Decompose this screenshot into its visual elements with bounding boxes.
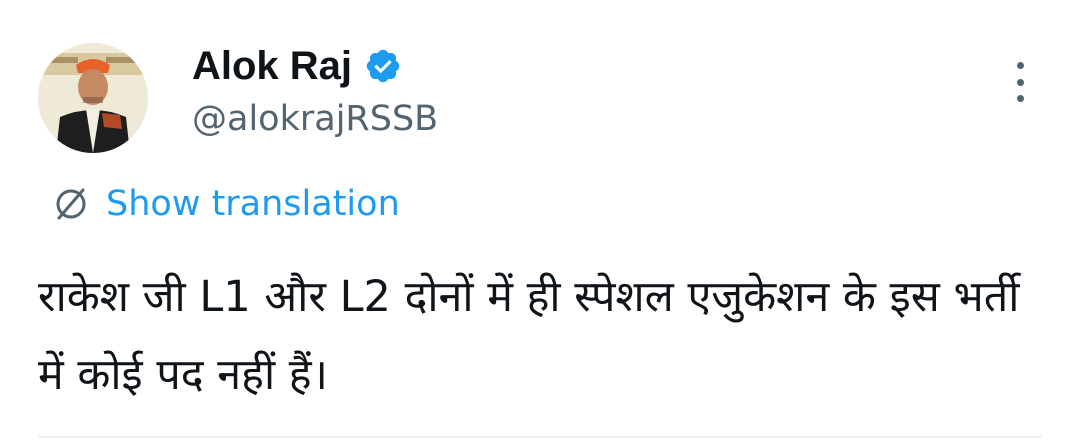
more-options-button[interactable] xyxy=(1004,60,1036,104)
more-vertical-icon xyxy=(1016,62,1024,69)
author-name-row[interactable]: Alok Raj xyxy=(192,40,402,92)
author-handle[interactable]: @alokrajRSSB xyxy=(192,96,438,142)
more-vertical-icon-dot xyxy=(1016,95,1024,102)
more-vertical-icon-dot xyxy=(1016,78,1024,86)
author-display-name[interactable]: Alok Raj xyxy=(192,40,352,92)
tweet-text: राकेश जी L1 और L2 दोनों में ही स्पेशल एज… xyxy=(38,272,1020,400)
globe-translate-icon xyxy=(56,188,86,220)
avatar[interactable] xyxy=(38,43,148,153)
verified-badge-icon xyxy=(366,49,400,83)
divider xyxy=(38,436,1042,438)
profile-photo xyxy=(38,43,148,153)
show-translation-label[interactable]: Show translation xyxy=(106,181,400,227)
show-translation-button[interactable]: Show translation xyxy=(52,181,400,227)
